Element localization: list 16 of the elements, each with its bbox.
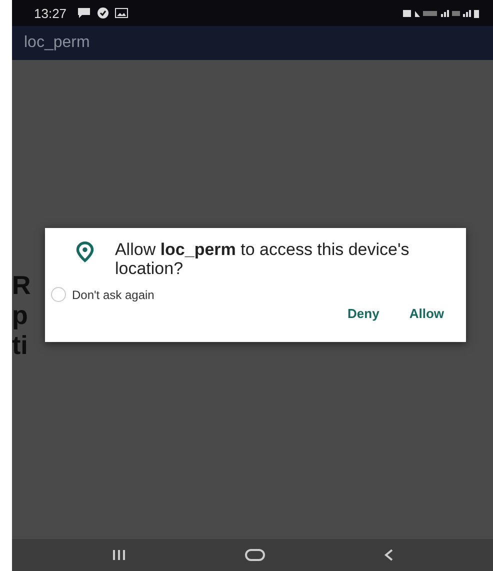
heading-fragment: ti [12,330,29,360]
image-icon [114,8,128,18]
chat-bubble-icon [76,7,91,19]
heading-fragment: R [12,270,31,300]
allow-button[interactable]: Allow [405,304,448,323]
heading-fragment: p [12,300,29,330]
clock-time: 13:27 [34,6,67,20]
home-icon[interactable] [244,549,264,561]
dont-ask-checkbox[interactable]: Don't ask again [51,287,154,302]
check-circle-icon [96,7,109,19]
back-icon[interactable] [384,549,394,561]
location-pin-icon [75,240,95,264]
app-title: loc_perm [24,34,90,52]
dialog-message: Allow loc_perm to access this device's location? [114,240,410,278]
recents-icon[interactable] [112,549,126,561]
deny-button[interactable]: Deny [344,304,384,323]
